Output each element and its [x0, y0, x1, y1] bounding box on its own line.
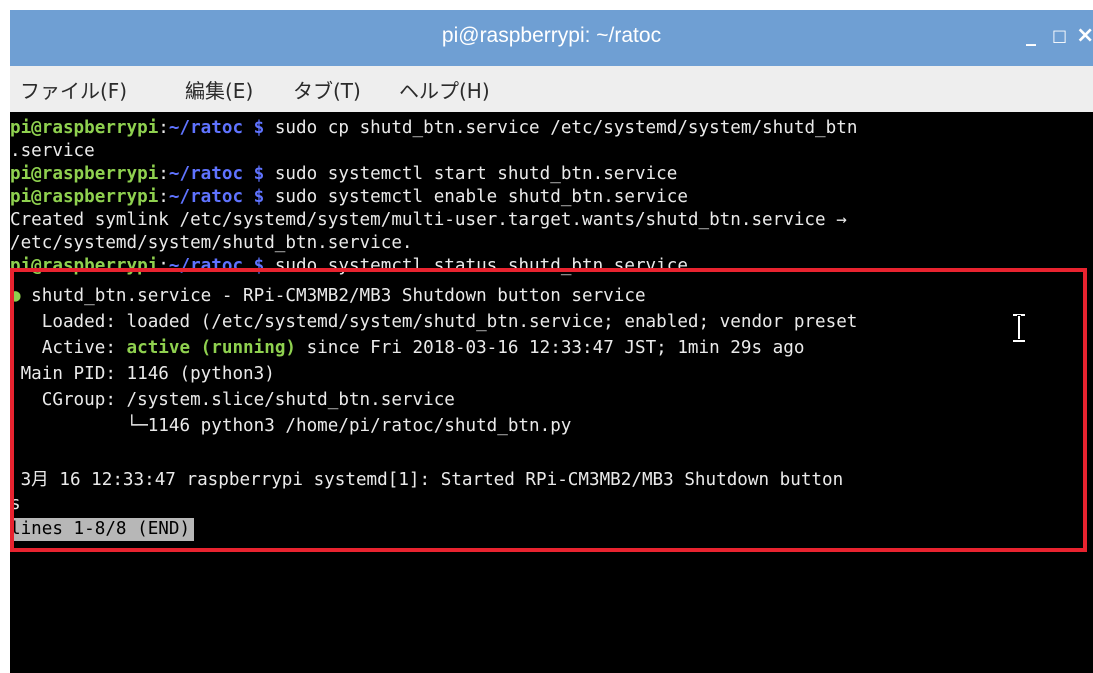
window-title: pi@raspberrypi: ~/ratoc — [441, 24, 662, 47]
menu-tab[interactable]: タブ(T) — [293, 75, 361, 104]
close-icon[interactable]: × — [1076, 23, 1093, 48]
menu-edit[interactable]: 編集(E) — [185, 75, 253, 104]
terminal-line: /etc/systemd/system/shutd_btn.service. — [10, 233, 413, 253]
terminal-line: Created symlink /etc/systemd/system/mult… — [10, 210, 847, 230]
highlight-box — [10, 268, 1087, 552]
menu-help[interactable]: ヘルプ(H) — [399, 75, 490, 104]
terminal-line: pi@raspberrypi:~/ratoc $ sudo systemctl … — [10, 164, 678, 184]
text-cursor-icon — [1013, 314, 1025, 342]
terminal-output[interactable]: pi@raspberrypi:~/ratoc $ sudo cp shutd_b… — [10, 112, 1093, 673]
terminal-line: .service — [10, 141, 95, 161]
terminal-window: pi@raspberrypi: ~/ratoc _ □ × ファイル(F) 編集… — [10, 10, 1093, 673]
minimize-icon[interactable]: _ — [1026, 22, 1036, 46]
menu-bar: ファイル(F) 編集(E) タブ(T) ヘルプ(H) — [10, 66, 1093, 112]
menu-file[interactable]: ファイル(F) — [20, 75, 127, 104]
terminal-line: pi@raspberrypi:~/ratoc $ sudo systemctl … — [10, 187, 688, 207]
maximize-icon[interactable]: □ — [1052, 26, 1067, 45]
title-bar[interactable]: pi@raspberrypi: ~/ratoc _ □ × — [10, 10, 1093, 66]
terminal-line: pi@raspberrypi:~/ratoc $ sudo cp shutd_b… — [10, 118, 858, 138]
